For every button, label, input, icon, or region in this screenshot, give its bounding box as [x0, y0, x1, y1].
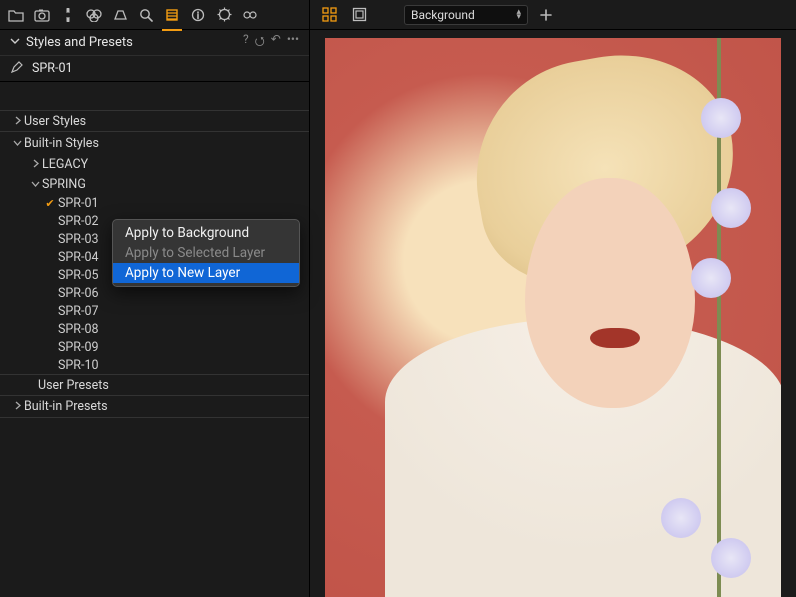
style-label: SPR-07 [58, 304, 99, 319]
style-label: SPR-03 [58, 232, 99, 247]
single-view-icon[interactable] [348, 5, 370, 25]
chevron-right-icon [10, 399, 24, 414]
style-label: SPR-05 [58, 268, 99, 283]
folder-label: LEGACY [42, 157, 88, 172]
select-caret-icon: ▴▾ [516, 10, 521, 20]
menu-item-apply-selected-layer: Apply to Selected Layer [113, 243, 299, 263]
chevron-down-icon[interactable] [10, 35, 20, 50]
crop-icon[interactable] [108, 3, 132, 27]
exposure-icon[interactable] [56, 3, 80, 27]
sidebar: Styles and Presets ? ⭯ ↶ ••• SPR-01 User… [0, 0, 310, 597]
chevron-down-icon [28, 177, 42, 192]
panel-actions: ? ⭯ ↶ ••• [243, 32, 299, 53]
chevron-down-icon [10, 136, 24, 151]
section-label: User Styles [24, 114, 86, 129]
panel-more-icon[interactable]: ••• [287, 32, 299, 53]
panel-undo-icon[interactable]: ↶ [271, 32, 281, 53]
chevron-right-icon [10, 114, 24, 129]
folder-legacy[interactable]: LEGACY [0, 154, 309, 174]
folder-spring[interactable]: SPRING [0, 174, 309, 194]
style-item[interactable]: ✔ SPR-01 [0, 194, 309, 212]
folder-label: SPRING [42, 177, 86, 192]
brush-icon [10, 60, 24, 78]
style-label: SPR-01 [58, 196, 99, 211]
chevron-right-icon [28, 157, 42, 172]
current-style-row: SPR-01 [0, 56, 309, 82]
color-icon[interactable] [82, 3, 106, 27]
layer-select-label: Background [411, 8, 516, 22]
style-label: SPR-02 [58, 214, 99, 229]
section-builtin-presets[interactable]: Built-in Presets [0, 396, 309, 418]
details-icon[interactable] [134, 3, 158, 27]
style-item[interactable]: SPR-07 [0, 302, 309, 320]
image-viewport[interactable] [310, 30, 796, 597]
library-icon[interactable] [4, 3, 28, 27]
menu-item-apply-background[interactable]: Apply to Background [113, 223, 299, 243]
panel-help-icon[interactable]: ? [243, 32, 249, 53]
capture-icon[interactable] [30, 3, 54, 27]
grid-view-icon[interactable] [318, 5, 340, 25]
styles-panel-header: Styles and Presets ? ⭯ ↶ ••• [0, 30, 309, 56]
style-item[interactable]: SPR-10 [0, 356, 309, 374]
style-label: SPR-08 [58, 322, 99, 337]
style-label: SPR-10 [58, 358, 99, 373]
panel-revert-icon[interactable]: ⭯ [255, 32, 265, 53]
section-user-presets[interactable]: User Presets [0, 374, 309, 396]
layer-select[interactable]: Background ▴▾ [404, 5, 528, 25]
section-user-styles[interactable]: User Styles [0, 110, 309, 132]
section-builtin-styles[interactable]: Built-in Styles [0, 132, 309, 154]
check-icon: ✔ [42, 197, 58, 210]
style-label: SPR-06 [58, 286, 99, 301]
viewer-toolbar: Background ▴▾ [310, 0, 796, 30]
section-label: Built-in Presets [24, 399, 108, 414]
styles-icon[interactable] [160, 3, 184, 27]
add-layer-button[interactable] [536, 5, 556, 25]
sidebar-tool-toolbar [0, 0, 309, 30]
section-label: Built-in Styles [24, 136, 99, 151]
preview-image [325, 38, 781, 597]
section-label: User Presets [38, 378, 109, 393]
style-item[interactable]: SPR-08 [0, 320, 309, 338]
adjustments-icon[interactable] [212, 3, 236, 27]
panel-title: Styles and Presets [26, 35, 243, 50]
style-label: SPR-09 [58, 340, 99, 355]
main-area: Background ▴▾ [310, 0, 796, 597]
quick-icon[interactable] [238, 3, 262, 27]
style-item[interactable]: SPR-09 [0, 338, 309, 356]
style-label: SPR-04 [58, 250, 99, 265]
current-style-label: SPR-01 [32, 61, 73, 76]
context-menu: Apply to Background Apply to Selected La… [112, 219, 300, 287]
menu-item-apply-new-layer[interactable]: Apply to New Layer [113, 263, 299, 283]
metadata-icon[interactable] [186, 3, 210, 27]
